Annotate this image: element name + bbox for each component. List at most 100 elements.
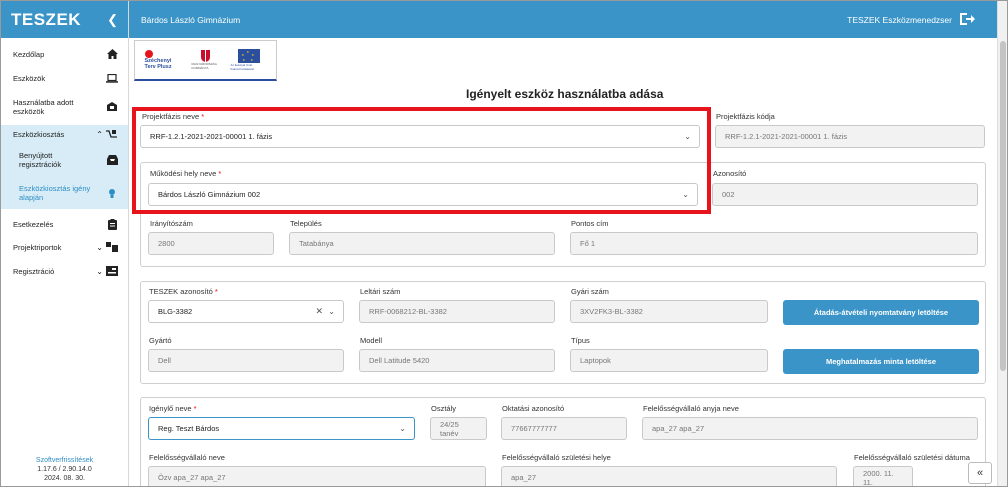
sidebar-item-label: Esetkezelés xyxy=(13,219,54,229)
sidebar-item-label: Eszközkiosztás xyxy=(13,129,65,139)
mukodesi-label: Működési hely neve * xyxy=(150,169,222,178)
sidebar-item-label: Használatba adott eszközök xyxy=(13,98,74,116)
handover-icon xyxy=(106,102,118,112)
atadas-nyomtatvany-button[interactable]: Átadás-átvételi nyomtatvány letöltése xyxy=(783,300,979,325)
app-name: TESZEK Eszközmenedzser xyxy=(847,14,952,25)
sidebar-brand: TESZEK ❮ xyxy=(1,1,128,38)
chevron-down-icon: ⌄ xyxy=(684,132,691,141)
leltari-szam-field: RRF-0068212-BL-3382 xyxy=(359,300,555,323)
tipus-field: Laptopok xyxy=(570,349,768,372)
top-bar: Bárdos László Gimnázium TESZEK Eszközmen… xyxy=(129,1,997,38)
collapse-sidebar-icon[interactable]: ❮ xyxy=(107,12,118,28)
szuletesi-datum-label: Felelősségvállaló születési dátuma xyxy=(854,453,970,462)
sidebar-item-eszkozok[interactable]: Eszközök xyxy=(1,69,128,87)
app-window: TESZEK ❮ Kezdőlap Eszközök Használatba a… xyxy=(0,0,1008,487)
azonosito-field: 002 xyxy=(712,183,978,206)
gyarto-field: Dell xyxy=(148,349,344,372)
szuletesi-datum-field[interactable]: 2000. 11. 11. xyxy=(853,466,913,486)
pontos-cim-label: Pontos cím xyxy=(571,219,609,228)
funding-banner: Széchenyi Terv Plusz MAGYARORSZÁG KORMÁN… xyxy=(134,40,277,81)
tipus-label: Típus xyxy=(571,336,590,345)
gyarto-label: Gyártó xyxy=(149,336,172,345)
sidebar-item-label: Eszközkiosztás igény alapján xyxy=(19,184,91,202)
sidebar-item-benyujtott[interactable]: Benyújtott regisztrációk xyxy=(1,143,128,177)
school-name: Bárdos László Gimnázium xyxy=(141,14,241,25)
anyja-neve-label: Felelősségvállaló anyja neve xyxy=(643,404,739,413)
azonosito-label: Azonosító xyxy=(713,169,747,178)
release-date: 2024. 08. 30. xyxy=(44,475,85,482)
version-text: 1.17.6 / 2.90.14.0 xyxy=(37,466,92,473)
telepules-field: Tatabánya xyxy=(289,232,555,255)
felelossegvallalo-neve-label: Felelősségvállaló neve xyxy=(149,453,225,462)
sidebar: TESZEK ❮ Kezdőlap Eszközök Használatba a… xyxy=(1,1,129,486)
projektfazis-select[interactable]: RRF-1.2.1-2021-2021-00001 1. fázis ⌄ xyxy=(140,125,700,148)
projektfazis-kod-label: Projektfázis kódja xyxy=(716,112,775,121)
szuletesi-hely-field: apa_27 xyxy=(501,466,837,486)
mukodesi-hely-select[interactable]: Bárdos László Gimnázium 002 ⌄ xyxy=(148,183,698,206)
osztaly-field: 24/25 tanév xyxy=(430,417,487,440)
chevron-up-icon: ⌃ xyxy=(96,129,103,139)
sidebar-item-eszkozkiosztas[interactable]: Eszközkiosztás ⌃ xyxy=(1,125,128,143)
sidebar-item-igeny-alapjan[interactable]: Eszközkiosztás igény alapján xyxy=(1,177,128,209)
sidebar-item-kezdolap[interactable]: Kezdőlap xyxy=(1,45,128,63)
teszek-label: TESZEK azonosító * xyxy=(149,287,218,296)
eu-flag-icon: ★ ★ ★ ★ ★ xyxy=(237,49,260,63)
oktatasi-label: Oktatási azonosító xyxy=(502,404,565,413)
leltari-label: Leltári szám xyxy=(360,287,401,296)
igenylo-neve-select[interactable]: Reg. Teszt Bárdos ⌄ xyxy=(148,417,415,440)
meghatalmazas-minta-button[interactable]: Meghatalmazás minta letöltése xyxy=(783,349,979,374)
sidebar-item-esetkezeles[interactable]: Esetkezelés xyxy=(1,215,128,233)
teszek-azonosito-select[interactable]: BLG-3382 ✕ ⌄ xyxy=(148,300,344,323)
software-updates-link[interactable]: Szoftverfrissítések xyxy=(1,456,128,465)
chevron-down-icon: ⌄ xyxy=(328,307,335,316)
pontos-cim-field: Fő 1 xyxy=(570,232,978,255)
igenylo-label: Igénylő neve * xyxy=(149,404,197,413)
inbox-icon xyxy=(106,155,118,165)
szechenyi-logo: Széchenyi Terv Plusz xyxy=(144,50,181,70)
collapse-panel-button[interactable]: « xyxy=(968,462,992,484)
felelossegvallalo-neve-field: Özv apa_27 apa_27 xyxy=(148,466,486,486)
chevron-down-icon: ⌄ xyxy=(96,242,103,252)
sidebar-item-label: Projektriportok xyxy=(13,242,62,252)
double-chevron-left-icon: « xyxy=(976,467,984,479)
clipboard-icon xyxy=(106,218,118,230)
sidebar-item-label: Regisztráció xyxy=(13,266,55,276)
sidebar-item-label: Benyújtott regisztrációk xyxy=(19,151,62,169)
osztaly-label: Osztály xyxy=(431,404,457,413)
vertical-scrollbar[interactable] xyxy=(997,1,1007,486)
anyja-neve-field: apa_27 apa_27 xyxy=(642,417,978,440)
sidebar-item-hasznalatba[interactable]: Használatba adott eszközök xyxy=(1,95,128,119)
iranyitoszam-field: 2800 xyxy=(148,232,274,255)
chevron-down-icon: ⌄ xyxy=(399,424,406,433)
modell-field: Dell Latitude 5420 xyxy=(359,349,555,372)
sidebar-item-label: Eszközök xyxy=(13,73,46,83)
home-icon xyxy=(106,49,118,59)
chevron-down-icon: ⌄ xyxy=(96,266,103,276)
iranyitoszam-label: Irányítószám xyxy=(150,219,193,228)
request-icon xyxy=(106,188,118,198)
page-title: Igényelt eszköz használatba adása xyxy=(466,87,664,101)
projektfazis-kod-field: RRF-1.2.1-2021-2021-00001 1. fázis xyxy=(715,125,985,148)
chevron-down-icon: ⌄ xyxy=(682,190,689,199)
szuletesi-hely-label: Felelősségvállaló születési helye xyxy=(502,453,611,462)
sidebar-footer: Szoftverfrissítések 1.17.6 / 2.90.14.0 2… xyxy=(1,456,128,483)
brand-logo: TESZEK xyxy=(11,9,82,29)
sidebar-item-projektriportok[interactable]: Projektriportok ⌄ xyxy=(1,238,128,256)
telepules-label: Település xyxy=(290,219,322,228)
hungary-government-logo: MAGYARORSZÁG KORMÁNYA xyxy=(192,48,220,72)
sidebar-item-regisztracio[interactable]: Regisztráció ⌄ xyxy=(1,262,128,280)
registration-icon xyxy=(106,266,118,276)
sidebar-item-label: Kezdőlap xyxy=(13,49,45,59)
gyari-label: Gyári szám xyxy=(571,287,609,296)
laptop-icon xyxy=(106,73,118,83)
modell-label: Modell xyxy=(360,336,383,345)
oktatasi-azonosito-field: 77667777777 xyxy=(501,417,627,440)
report-icon xyxy=(106,242,118,252)
logout-icon[interactable] xyxy=(960,12,975,27)
scrollbar-thumb[interactable] xyxy=(1000,41,1006,371)
projektfazis-label: Projektfázis neve * xyxy=(142,112,205,121)
clear-icon[interactable]: ✕ xyxy=(315,306,323,317)
gyari-szam-field: 3XV2FK3-BL-3382 xyxy=(570,300,768,323)
eu-flag-logo: ★ ★ ★ ★ ★ Az Európai Unió finanszírozásával xyxy=(231,46,267,74)
distribution-icon xyxy=(106,129,118,139)
